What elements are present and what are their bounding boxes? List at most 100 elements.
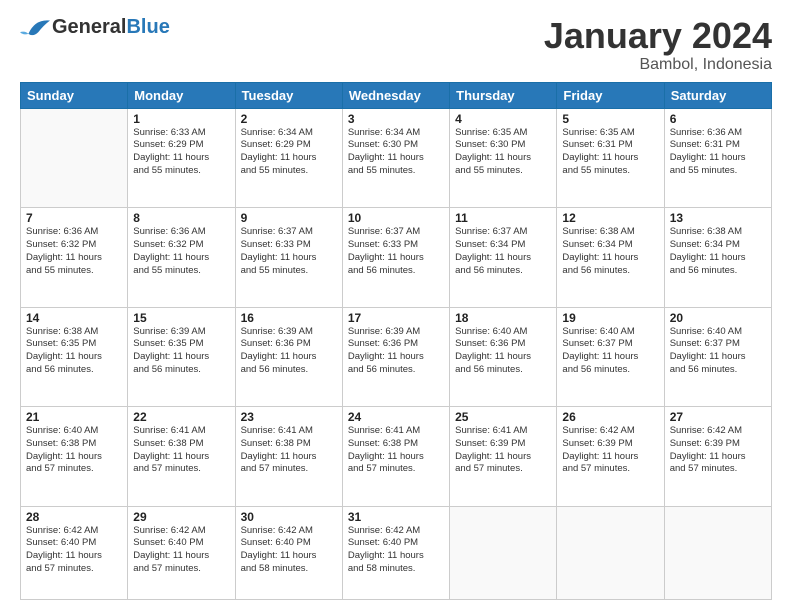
table-cell: 31Sunrise: 6:42 AMSunset: 6:40 PMDayligh… <box>342 506 449 599</box>
th-thursday: Thursday <box>450 82 557 108</box>
week-row-4: 21Sunrise: 6:40 AMSunset: 6:38 PMDayligh… <box>21 407 772 506</box>
table-cell: 14Sunrise: 6:38 AMSunset: 6:35 PMDayligh… <box>21 307 128 406</box>
day-info: Sunrise: 6:34 AMSunset: 6:29 PMDaylight:… <box>241 127 337 178</box>
week-row-2: 7Sunrise: 6:36 AMSunset: 6:32 PMDaylight… <box>21 208 772 307</box>
th-saturday: Saturday <box>664 82 771 108</box>
day-number: 10 <box>348 211 444 225</box>
day-number: 9 <box>241 211 337 225</box>
day-info: Sunrise: 6:36 AMSunset: 6:32 PMDaylight:… <box>26 226 122 277</box>
day-info: Sunrise: 6:38 AMSunset: 6:35 PMDaylight:… <box>26 326 122 377</box>
page: GeneralBlue January 2024 Bambol, Indones… <box>0 0 792 612</box>
table-cell: 2Sunrise: 6:34 AMSunset: 6:29 PMDaylight… <box>235 108 342 207</box>
th-monday: Monday <box>128 82 235 108</box>
day-number: 30 <box>241 510 337 524</box>
day-number: 24 <box>348 410 444 424</box>
day-number: 14 <box>26 311 122 325</box>
day-number: 20 <box>670 311 766 325</box>
day-number: 16 <box>241 311 337 325</box>
week-row-5: 28Sunrise: 6:42 AMSunset: 6:40 PMDayligh… <box>21 506 772 599</box>
day-info: Sunrise: 6:42 AMSunset: 6:39 PMDaylight:… <box>670 425 766 476</box>
table-cell: 22Sunrise: 6:41 AMSunset: 6:38 PMDayligh… <box>128 407 235 506</box>
day-info: Sunrise: 6:40 AMSunset: 6:38 PMDaylight:… <box>26 425 122 476</box>
day-info: Sunrise: 6:39 AMSunset: 6:36 PMDaylight:… <box>241 326 337 377</box>
table-cell: 21Sunrise: 6:40 AMSunset: 6:38 PMDayligh… <box>21 407 128 506</box>
table-cell: 28Sunrise: 6:42 AMSunset: 6:40 PMDayligh… <box>21 506 128 599</box>
day-number: 15 <box>133 311 229 325</box>
day-number: 7 <box>26 211 122 225</box>
logo-blue: Blue <box>126 16 169 38</box>
week-row-3: 14Sunrise: 6:38 AMSunset: 6:35 PMDayligh… <box>21 307 772 406</box>
calendar-table: Sunday Monday Tuesday Wednesday Thursday… <box>20 82 772 600</box>
week-row-1: 1Sunrise: 6:33 AMSunset: 6:29 PMDaylight… <box>21 108 772 207</box>
day-number: 1 <box>133 112 229 126</box>
day-number: 18 <box>455 311 551 325</box>
table-cell <box>450 506 557 599</box>
day-number: 21 <box>26 410 122 424</box>
table-cell: 17Sunrise: 6:39 AMSunset: 6:36 PMDayligh… <box>342 307 449 406</box>
table-cell: 18Sunrise: 6:40 AMSunset: 6:36 PMDayligh… <box>450 307 557 406</box>
logo: GeneralBlue <box>20 16 170 39</box>
day-info: Sunrise: 6:41 AMSunset: 6:38 PMDaylight:… <box>348 425 444 476</box>
day-info: Sunrise: 6:37 AMSunset: 6:33 PMDaylight:… <box>241 226 337 277</box>
day-info: Sunrise: 6:42 AMSunset: 6:40 PMDaylight:… <box>241 525 337 576</box>
day-info: Sunrise: 6:35 AMSunset: 6:31 PMDaylight:… <box>562 127 658 178</box>
logo-icon <box>20 17 50 39</box>
table-cell: 12Sunrise: 6:38 AMSunset: 6:34 PMDayligh… <box>557 208 664 307</box>
day-info: Sunrise: 6:37 AMSunset: 6:34 PMDaylight:… <box>455 226 551 277</box>
day-info: Sunrise: 6:40 AMSunset: 6:37 PMDaylight:… <box>670 326 766 377</box>
table-cell: 26Sunrise: 6:42 AMSunset: 6:39 PMDayligh… <box>557 407 664 506</box>
table-cell: 29Sunrise: 6:42 AMSunset: 6:40 PMDayligh… <box>128 506 235 599</box>
th-tuesday: Tuesday <box>235 82 342 108</box>
day-number: 28 <box>26 510 122 524</box>
day-info: Sunrise: 6:39 AMSunset: 6:35 PMDaylight:… <box>133 326 229 377</box>
header-row: Sunday Monday Tuesday Wednesday Thursday… <box>21 82 772 108</box>
title-block: January 2024 Bambol, Indonesia <box>544 16 772 74</box>
table-cell: 10Sunrise: 6:37 AMSunset: 6:33 PMDayligh… <box>342 208 449 307</box>
day-number: 3 <box>348 112 444 126</box>
table-cell <box>664 506 771 599</box>
table-cell: 24Sunrise: 6:41 AMSunset: 6:38 PMDayligh… <box>342 407 449 506</box>
table-cell <box>557 506 664 599</box>
day-number: 5 <box>562 112 658 126</box>
day-info: Sunrise: 6:42 AMSunset: 6:39 PMDaylight:… <box>562 425 658 476</box>
table-cell: 9Sunrise: 6:37 AMSunset: 6:33 PMDaylight… <box>235 208 342 307</box>
day-info: Sunrise: 6:36 AMSunset: 6:32 PMDaylight:… <box>133 226 229 277</box>
calendar-subtitle: Bambol, Indonesia <box>544 56 772 74</box>
day-info: Sunrise: 6:38 AMSunset: 6:34 PMDaylight:… <box>670 226 766 277</box>
day-info: Sunrise: 6:41 AMSunset: 6:38 PMDaylight:… <box>241 425 337 476</box>
calendar-title: January 2024 <box>544 16 772 56</box>
day-number: 4 <box>455 112 551 126</box>
table-cell: 27Sunrise: 6:42 AMSunset: 6:39 PMDayligh… <box>664 407 771 506</box>
table-cell: 15Sunrise: 6:39 AMSunset: 6:35 PMDayligh… <box>128 307 235 406</box>
day-info: Sunrise: 6:33 AMSunset: 6:29 PMDaylight:… <box>133 127 229 178</box>
day-info: Sunrise: 6:42 AMSunset: 6:40 PMDaylight:… <box>133 525 229 576</box>
day-info: Sunrise: 6:41 AMSunset: 6:39 PMDaylight:… <box>455 425 551 476</box>
day-number: 29 <box>133 510 229 524</box>
day-number: 11 <box>455 211 551 225</box>
table-cell: 19Sunrise: 6:40 AMSunset: 6:37 PMDayligh… <box>557 307 664 406</box>
table-cell: 7Sunrise: 6:36 AMSunset: 6:32 PMDaylight… <box>21 208 128 307</box>
table-cell: 16Sunrise: 6:39 AMSunset: 6:36 PMDayligh… <box>235 307 342 406</box>
day-info: Sunrise: 6:42 AMSunset: 6:40 PMDaylight:… <box>26 525 122 576</box>
table-cell <box>21 108 128 207</box>
table-cell: 20Sunrise: 6:40 AMSunset: 6:37 PMDayligh… <box>664 307 771 406</box>
day-info: Sunrise: 6:35 AMSunset: 6:30 PMDaylight:… <box>455 127 551 178</box>
table-cell: 25Sunrise: 6:41 AMSunset: 6:39 PMDayligh… <box>450 407 557 506</box>
day-number: 8 <box>133 211 229 225</box>
table-cell: 11Sunrise: 6:37 AMSunset: 6:34 PMDayligh… <box>450 208 557 307</box>
th-friday: Friday <box>557 82 664 108</box>
day-number: 6 <box>670 112 766 126</box>
th-sunday: Sunday <box>21 82 128 108</box>
day-info: Sunrise: 6:40 AMSunset: 6:37 PMDaylight:… <box>562 326 658 377</box>
table-cell: 23Sunrise: 6:41 AMSunset: 6:38 PMDayligh… <box>235 407 342 506</box>
day-number: 13 <box>670 211 766 225</box>
day-info: Sunrise: 6:42 AMSunset: 6:40 PMDaylight:… <box>348 525 444 576</box>
day-info: Sunrise: 6:38 AMSunset: 6:34 PMDaylight:… <box>562 226 658 277</box>
table-cell: 3Sunrise: 6:34 AMSunset: 6:30 PMDaylight… <box>342 108 449 207</box>
day-number: 23 <box>241 410 337 424</box>
logo-general: General <box>52 16 126 38</box>
day-number: 19 <box>562 311 658 325</box>
day-info: Sunrise: 6:37 AMSunset: 6:33 PMDaylight:… <box>348 226 444 277</box>
table-cell: 8Sunrise: 6:36 AMSunset: 6:32 PMDaylight… <box>128 208 235 307</box>
day-number: 17 <box>348 311 444 325</box>
